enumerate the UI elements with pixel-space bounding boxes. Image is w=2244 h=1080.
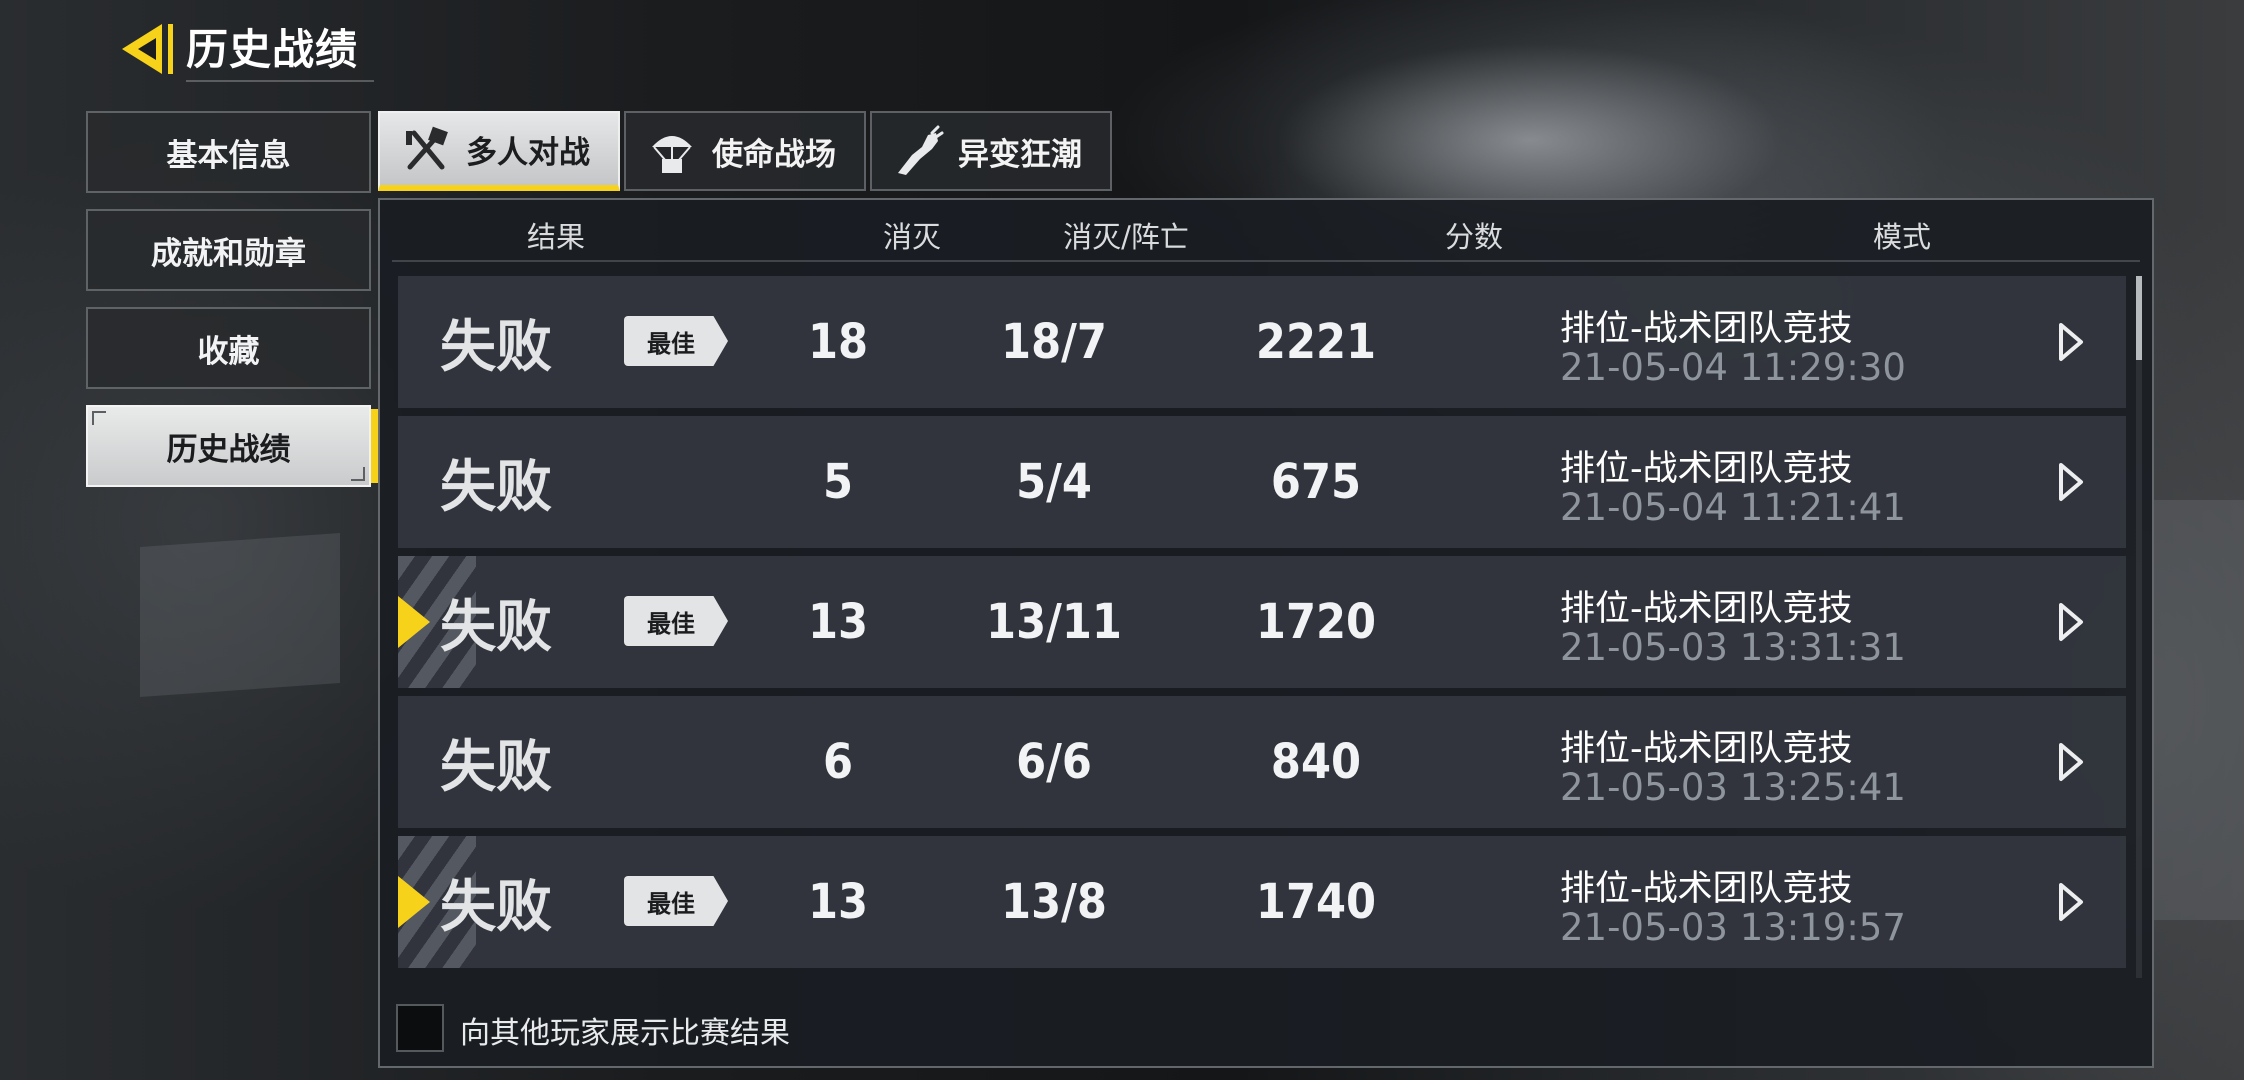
scrollbar-track[interactable] [2136, 276, 2142, 978]
side-item-collection[interactable]: 收藏 [86, 307, 371, 389]
play-arrow-icon[interactable] [2058, 462, 2084, 502]
tab-label: 使命战场 [712, 136, 836, 173]
match-row[interactable]: 失败 5 5/4 675 排位-战术团队竞技 21-05-04 11:21:41 [398, 416, 2126, 548]
tab-zombie-mode[interactable]: 异变狂潮 [870, 111, 1112, 191]
background-panel [140, 533, 340, 697]
kd-value: 13/11 [986, 594, 1122, 650]
mode-name: 排位-战术团队竞技 [1560, 729, 1853, 769]
score-value: 840 [1270, 734, 1362, 790]
mode-name: 排位-战术团队竞技 [1560, 589, 1853, 629]
side-item-label: 历史战绩 [166, 431, 291, 468]
kd-value: 5/4 [1016, 454, 1092, 510]
mode-name: 排位-战术团队竞技 [1560, 869, 1853, 909]
highlight-marker-icon [398, 876, 430, 928]
best-badge: 最佳 [624, 596, 728, 646]
match-history-panel: 结果 消灭 消灭/阵亡 分数 模式 失败 最佳 18 18/7 2221 排位-… [378, 198, 2154, 1068]
match-time: 21-05-04 11:29:30 [1560, 346, 1906, 389]
match-row[interactable]: 失败 最佳 13 13/8 1740 排位-战术团队竞技 21-05-03 13… [398, 836, 2126, 968]
play-arrow-icon[interactable] [2058, 322, 2084, 362]
best-badge: 最佳 [624, 316, 728, 366]
match-time: 21-05-03 13:31:31 [1560, 626, 1906, 669]
parachute-crate-icon [652, 136, 692, 173]
tab-battle-royale[interactable]: 使命战场 [624, 111, 866, 191]
side-item-match-history[interactable]: 历史战绩 [86, 405, 379, 487]
back-arrow-icon [122, 24, 173, 74]
match-row[interactable]: 失败 最佳 18 18/7 2221 排位-战术团队竞技 21-05-04 11… [398, 276, 2126, 408]
table-header: 结果 消灭 消灭/阵亡 分数 模式 [392, 200, 2140, 262]
match-time: 21-05-04 11:21:41 [1560, 486, 1906, 529]
match-row[interactable]: 失败 6 6/6 840 排位-战术团队竞技 21-05-03 13:25:41 [398, 696, 2126, 828]
mode-tabs: 多人对战 使命战场 异变狂潮 [378, 111, 1112, 191]
show-results-label: 向其他玩家展示比赛结果 [460, 1016, 790, 1051]
kd-value: 6/6 [1016, 734, 1092, 790]
score-value: 1720 [1255, 594, 1377, 650]
corner-decoration [351, 467, 365, 481]
tab-label: 多人对战 [466, 134, 590, 171]
mode-name: 排位-战术团队竞技 [1560, 449, 1853, 489]
score-value: 675 [1270, 454, 1362, 510]
match-time: 21-05-03 13:19:57 [1560, 906, 1906, 949]
zombie-arm-icon [898, 125, 944, 175]
column-header-kills: 消灭 [882, 220, 941, 254]
match-result: 失败 [440, 595, 552, 660]
match-result: 失败 [440, 455, 552, 520]
show-results-checkbox[interactable] [396, 1004, 444, 1052]
tab-multiplayer[interactable]: 多人对战 [378, 111, 620, 191]
side-item-label: 基本信息 [166, 137, 291, 174]
score-value: 1740 [1255, 874, 1377, 930]
best-badge: 最佳 [624, 876, 728, 926]
side-item-achievements[interactable]: 成就和勋章 [86, 209, 371, 291]
match-result: 失败 [440, 735, 552, 800]
highlight-marker-icon [398, 596, 430, 648]
column-header-score: 分数 [1444, 220, 1503, 254]
score-value: 2221 [1255, 314, 1377, 370]
side-menu: 基本信息 成就和勋章 收藏 历史战绩 [86, 111, 379, 503]
tab-label: 异变狂潮 [958, 136, 1082, 173]
kills-value: 13 [807, 874, 869, 930]
match-list: 失败 最佳 18 18/7 2221 排位-战术团队竞技 21-05-04 11… [398, 276, 2126, 976]
mode-name: 排位-战术团队竞技 [1560, 309, 1853, 349]
kd-value: 13/8 [1001, 874, 1107, 930]
side-item-label: 成就和勋章 [151, 235, 306, 272]
play-arrow-icon[interactable] [2058, 742, 2084, 782]
play-arrow-icon[interactable] [2058, 602, 2084, 642]
kills-value: 13 [807, 594, 869, 650]
play-arrow-icon[interactable] [2058, 882, 2084, 922]
match-time: 21-05-03 13:25:41 [1560, 766, 1906, 809]
match-result: 失败 [440, 875, 552, 940]
column-header-mode: 模式 [1872, 220, 1931, 254]
back-button[interactable] [118, 18, 180, 80]
crossed-guns-icon [406, 126, 448, 170]
corner-decoration [92, 411, 106, 425]
side-item-basic-info[interactable]: 基本信息 [86, 111, 371, 193]
kills-value: 5 [822, 454, 854, 510]
kd-value: 18/7 [1001, 314, 1107, 370]
scrollbar-thumb[interactable] [2136, 276, 2142, 360]
column-header-kd: 消灭/阵亡 [1063, 220, 1189, 254]
page-title: 历史战绩 [186, 20, 375, 82]
kills-value: 6 [822, 734, 854, 790]
kills-value: 18 [807, 314, 869, 370]
match-row[interactable]: 失败 最佳 13 13/11 1720 排位-战术团队竞技 21-05-03 1… [398, 556, 2126, 688]
column-header-result: 结果 [526, 220, 585, 254]
match-result: 失败 [440, 315, 552, 380]
side-item-label: 收藏 [197, 333, 260, 370]
